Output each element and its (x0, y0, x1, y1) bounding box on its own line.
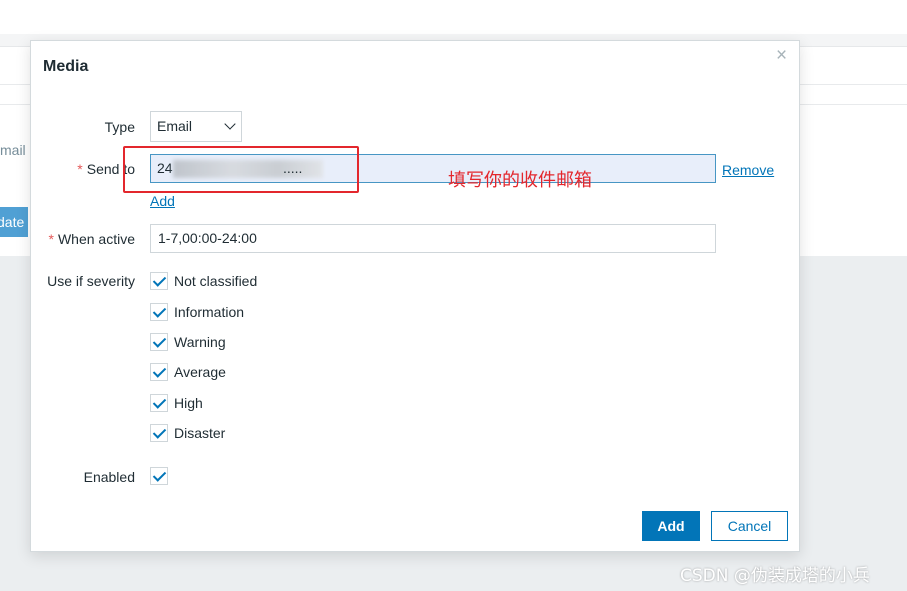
required-mark: * (48, 231, 54, 247)
when-active-label: * When active (49, 231, 136, 247)
severity-not-classified[interactable]: Not classified (150, 271, 257, 291)
severity-option-label: Disaster (174, 425, 226, 441)
annotation-text: 填写你的收件邮箱 (448, 170, 592, 191)
when-active-label-text: When active (57, 231, 135, 247)
type-select[interactable]: Email (150, 111, 242, 142)
severity-option-label: High (174, 395, 203, 411)
enabled-label: Enabled (83, 469, 135, 485)
close-icon[interactable]: × (776, 45, 787, 67)
severity-warning[interactable]: Warning (150, 332, 226, 352)
type-select-value: Email (157, 118, 193, 134)
severity-option-label: Average (174, 364, 226, 380)
checkbox-checked-icon[interactable] (150, 303, 168, 321)
dialog-title: Media (43, 58, 89, 75)
severity-information[interactable]: Information (150, 302, 244, 322)
required-mark: * (77, 161, 83, 177)
background-label-email: mail (0, 142, 26, 158)
annotation-highlight-box (123, 146, 359, 193)
media-dialog: Media × Type Email * Send to 24 ..... Rem… (30, 40, 800, 552)
add-button[interactable]: Add (642, 511, 700, 541)
checkbox-checked-icon[interactable] (150, 272, 168, 290)
severity-disaster[interactable]: Disaster (150, 423, 225, 443)
background-update-label: date (0, 214, 25, 230)
type-label: Type (104, 119, 135, 135)
checkbox-checked-icon[interactable] (150, 424, 168, 442)
severity-option-label: Not classified (174, 273, 258, 289)
checkbox-checked-icon[interactable] (150, 363, 168, 381)
when-active-input[interactable]: 1-7,00:00-24:00 (150, 224, 716, 253)
checkbox-checked-icon[interactable] (150, 394, 168, 412)
checkbox-checked-icon[interactable] (150, 333, 168, 351)
enabled-checkbox-row[interactable] (150, 466, 168, 486)
background-update-button[interactable]: date (0, 207, 28, 237)
enabled-checkbox[interactable] (150, 467, 168, 485)
background-header (0, 0, 907, 34)
add-recipient-link[interactable]: Add (150, 193, 175, 209)
severity-option-label: Information (174, 304, 245, 320)
cancel-button[interactable]: Cancel (711, 511, 788, 541)
severity-average[interactable]: Average (150, 362, 226, 382)
remove-link[interactable]: Remove (722, 162, 774, 178)
watermark: CSDN @伪装成塔的小兵 (680, 566, 870, 586)
chevron-down-icon (224, 118, 236, 130)
severity-option-label: Warning (174, 334, 226, 350)
severity-label: Use if severity (47, 273, 135, 289)
severity-high[interactable]: High (150, 393, 203, 413)
